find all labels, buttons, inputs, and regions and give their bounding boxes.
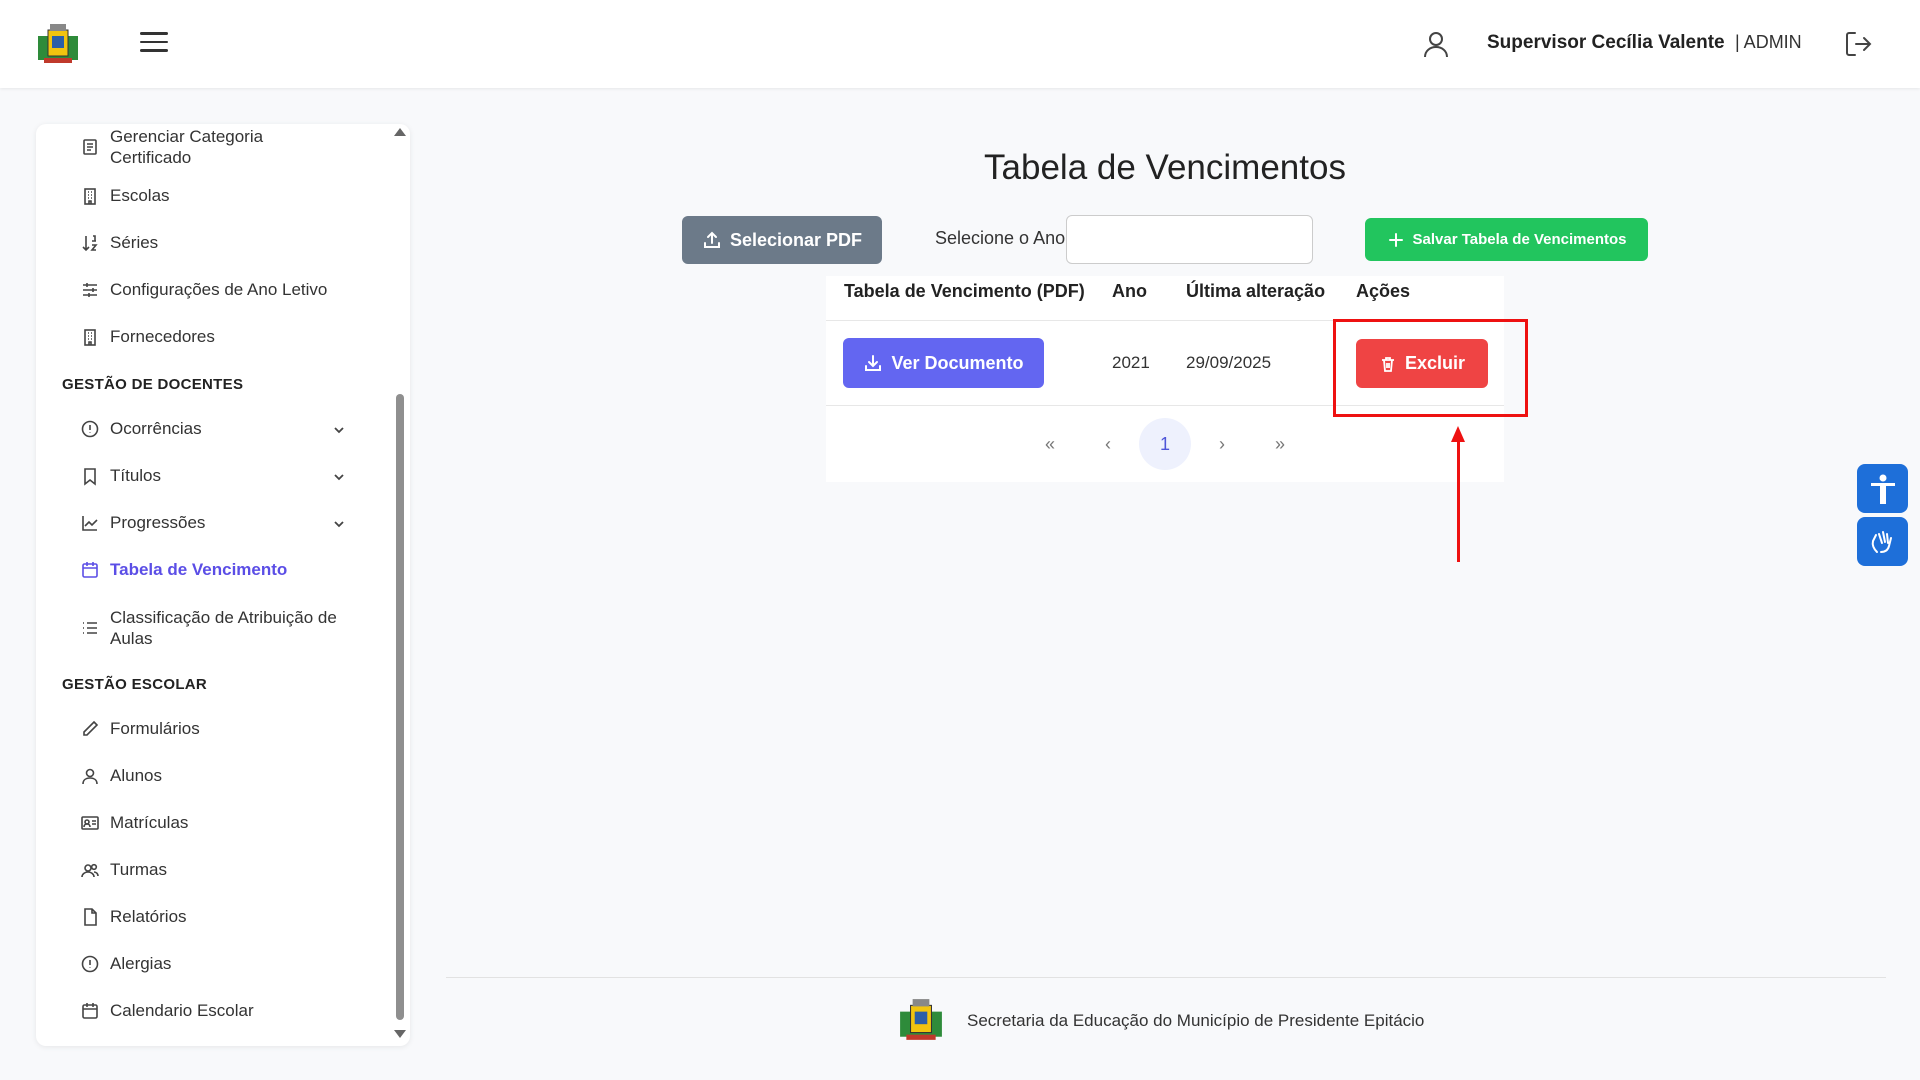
- accessibility-icon[interactable]: [1857, 464, 1908, 513]
- sidebar-item-ocorrencias[interactable]: Ocorrências: [80, 419, 202, 439]
- logout-icon[interactable]: [1842, 28, 1874, 60]
- column-header-ultima-alteracao: Última alteração: [1186, 281, 1326, 301]
- highlight-box: [1333, 319, 1528, 417]
- document-list-icon: [83, 139, 97, 155]
- user-icon[interactable]: [1420, 28, 1452, 60]
- column-header-acoes: Ações: [1356, 281, 1411, 301]
- pagination-current-page[interactable]: 1: [1139, 418, 1191, 470]
- calendar-icon: [82, 562, 98, 578]
- scroll-up-arrow[interactable]: [394, 128, 406, 136]
- upload-icon: [703, 231, 720, 248]
- pencil-icon: [83, 720, 99, 736]
- save-table-button[interactable]: Salvar Tabela de Vencimentos: [1365, 218, 1648, 261]
- pagination-first[interactable]: «: [1030, 418, 1070, 470]
- sidebar-item-alergias[interactable]: Alergias: [80, 954, 171, 974]
- building-icon: [84, 329, 96, 346]
- sidebar-item-relatorios[interactable]: Relatórios: [80, 907, 187, 927]
- pagination-prev[interactable]: ‹: [1088, 418, 1128, 470]
- list-icon: [83, 622, 97, 634]
- annotation-arrow: [1457, 440, 1460, 562]
- user-name: Supervisor Cecília Valente: [1487, 32, 1725, 53]
- chevron-down-icon[interactable]: [332, 517, 346, 531]
- section-gestao-docentes: GESTÃO DE DOCENTES: [62, 376, 244, 393]
- pagination-next[interactable]: ›: [1202, 418, 1242, 470]
- sidebar-item-gerenciar-categoria-certificado[interactable]: Gerenciar Categoria Certificado: [80, 126, 263, 168]
- section-gestao-escolar: GESTÃO ESCOLAR: [62, 676, 208, 693]
- sliders-icon: [83, 283, 97, 297]
- plus-icon: [1388, 232, 1403, 247]
- row-updated-date: 29/09/2025: [1186, 353, 1272, 372]
- sidebar-item-classificacao-atribuicao-aulas[interactable]: Classificação de Atribuição de Aulas: [80, 607, 337, 649]
- calendar-icon: [82, 1003, 98, 1019]
- sidebar-item-progressoes[interactable]: Progressões: [80, 513, 205, 533]
- footer-text: Secretaria da Educação do Município de P…: [967, 1011, 1425, 1030]
- user-role: | ADMIN: [1735, 32, 1802, 52]
- year-label: Selecione o Ano:: [935, 228, 1071, 248]
- row-year: 2021: [1112, 353, 1150, 372]
- column-header-pdf: Tabela de Vencimento (PDF): [844, 281, 1085, 301]
- building-icon: [84, 188, 96, 205]
- sidebar-item-formularios[interactable]: Formulários: [80, 719, 200, 739]
- sidebar-scrollbar-thumb[interactable]: [396, 394, 404, 1020]
- top-header: Supervisor Cecília Valente | ADMIN: [0, 0, 1920, 88]
- pagination-last[interactable]: »: [1260, 418, 1300, 470]
- sidebar-item-escolas[interactable]: Escolas: [80, 186, 170, 206]
- sidebar-item-titulos[interactable]: Títulos: [80, 466, 161, 486]
- sidebar-item-tabela-vencimento[interactable]: Tabela de Vencimento: [80, 560, 287, 580]
- sidebar-item-alunos[interactable]: Alunos: [80, 766, 162, 786]
- id-card-icon: [81, 816, 99, 830]
- alert-circle-icon: [81, 955, 99, 973]
- menu-toggle-icon[interactable]: [140, 32, 168, 56]
- alert-circle-icon: [81, 420, 99, 438]
- chevron-down-icon[interactable]: [332, 423, 346, 437]
- sidebar-item-fornecedores[interactable]: Fornecedores: [80, 327, 215, 347]
- sidebar-item-turmas[interactable]: Turmas: [80, 860, 167, 880]
- users-icon: [81, 863, 99, 878]
- bookmark-icon: [84, 468, 96, 486]
- sidebar: Gerenciar Categoria Certificado Escolas S…: [36, 124, 410, 1046]
- column-header-ano: Ano: [1112, 281, 1147, 301]
- municipal-logo[interactable]: [34, 22, 82, 66]
- sidebar-item-matriculas[interactable]: Matrículas: [80, 813, 188, 833]
- user-icon: [82, 768, 98, 785]
- sort-numeric-icon: [82, 235, 98, 252]
- download-icon: [865, 355, 882, 371]
- view-document-button[interactable]: Ver Documento: [843, 338, 1044, 388]
- sidebar-item-calendario-escolar[interactable]: Calendario Escolar: [80, 1001, 254, 1021]
- year-input[interactable]: [1066, 215, 1313, 264]
- file-icon: [84, 908, 97, 926]
- footer-divider: [446, 977, 1886, 978]
- footer-logo: [895, 997, 947, 1043]
- sign-language-icon[interactable]: [1857, 517, 1908, 566]
- line-chart-icon: [82, 516, 98, 531]
- sidebar-item-configuracoes-ano-letivo[interactable]: Configurações de Ano Letivo: [80, 280, 327, 300]
- sidebar-item-series[interactable]: Séries: [80, 233, 158, 253]
- select-pdf-button[interactable]: Selecionar PDF: [682, 216, 882, 264]
- scroll-down-arrow[interactable]: [394, 1030, 406, 1038]
- chevron-down-icon[interactable]: [332, 470, 346, 484]
